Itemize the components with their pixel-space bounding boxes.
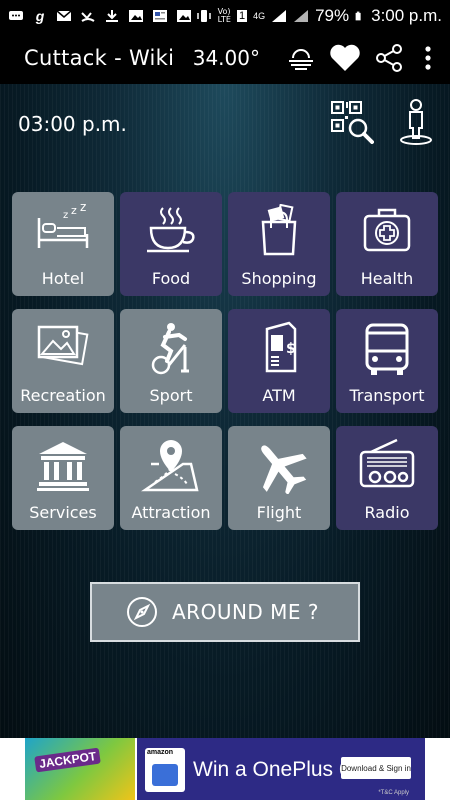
map-pin-icon xyxy=(141,440,199,492)
tile-recreation[interactable]: Recreation xyxy=(12,309,114,413)
tile-hotel[interactable]: z z z Hotel xyxy=(12,192,114,296)
profile-person-icon[interactable] xyxy=(398,98,434,146)
shopping-bag-icon xyxy=(261,204,297,256)
app-bar: Cuttack - Wiki 34.00° xyxy=(0,32,450,84)
download-icon xyxy=(106,10,118,22)
ad-headline: Win a OnePlus 6* xyxy=(193,758,355,781)
tile-label: Services xyxy=(29,503,97,522)
svg-text:z: z xyxy=(80,204,86,214)
svg-text:$: $ xyxy=(286,341,296,357)
shopping-cart-icon xyxy=(152,764,178,786)
more-options-icon[interactable] xyxy=(416,41,440,75)
tile-health[interactable]: Health xyxy=(336,192,438,296)
tile-label: Food xyxy=(151,269,191,288)
airplane-icon xyxy=(261,445,307,494)
pictures-icon xyxy=(37,325,89,366)
status-time: 3:00 p.m. xyxy=(371,6,442,25)
current-time: 03:00 p.m. xyxy=(18,112,127,136)
mail-icon xyxy=(56,10,72,21)
exercise-bike-icon xyxy=(151,323,189,375)
ad-banner[interactable]: JACKPOT amazon Win a OnePlus 6* Download… xyxy=(0,738,450,800)
temperature: 34.00° xyxy=(192,46,260,70)
around-me-label: AROUND ME ? xyxy=(172,600,320,624)
network-generation: 4G xyxy=(253,11,266,21)
bank-building-icon xyxy=(37,442,89,491)
vibrate-icon xyxy=(196,10,211,22)
tile-food[interactable]: Food xyxy=(120,192,222,296)
favorite-heart-icon[interactable] xyxy=(328,41,362,75)
ad-amazon-banner[interactable]: amazon Win a OnePlus 6* Download & Sign … xyxy=(137,738,425,800)
battery-icon xyxy=(355,11,361,21)
status-bar: g Vo) LTE 1 4G 79% 3:00 p.m. xyxy=(0,0,450,32)
tile-label: Radio xyxy=(364,503,410,522)
news-icon xyxy=(153,10,167,22)
coffee-cup-icon xyxy=(147,207,195,253)
radio-icon xyxy=(359,438,415,488)
ad-download-button[interactable]: Download & Sign in xyxy=(341,757,411,779)
signal-icon xyxy=(272,10,287,22)
svg-text:z: z xyxy=(71,204,77,217)
tile-label: ATM xyxy=(262,386,296,405)
tile-atm[interactable]: $ ATM xyxy=(228,309,330,413)
tile-attraction[interactable]: Attraction xyxy=(120,426,222,530)
ad-jackpot-text: JACKPOT xyxy=(34,747,102,773)
around-me-button[interactable]: AROUND ME ? xyxy=(90,582,360,642)
missed-call-icon xyxy=(81,12,95,22)
tile-label: Transport xyxy=(349,386,425,405)
tile-label: Shopping xyxy=(241,269,317,288)
compass-icon xyxy=(127,597,157,627)
svg-text:z: z xyxy=(63,210,68,221)
g-app-icon: g xyxy=(35,8,45,24)
tile-label: Hotel xyxy=(41,269,85,288)
sim-slot-indicator: 1 xyxy=(236,10,248,22)
system-status: Vo) LTE 1 4G 79% 3:00 p.m. xyxy=(196,6,442,26)
ad-terms: *T&C Apply xyxy=(378,790,409,796)
share-icon[interactable] xyxy=(372,41,406,75)
app-title: Cuttack - Wiki xyxy=(24,46,175,70)
tile-label: Health xyxy=(360,269,414,288)
tile-label: Flight xyxy=(256,503,302,522)
image-icon xyxy=(129,10,143,22)
weather-fog-icon[interactable] xyxy=(284,41,318,75)
volte-indicator: Vo) LTE xyxy=(217,7,231,24)
bus-icon xyxy=(365,323,409,375)
tile-transport[interactable]: Transport xyxy=(336,309,438,413)
tile-label: Attraction xyxy=(131,503,211,522)
amazon-logo: amazon xyxy=(145,748,185,792)
first-aid-kit-icon xyxy=(363,208,411,252)
image-icon-2 xyxy=(177,10,191,22)
category-grid: z z z Hotel Food Shopping Health Recreat… xyxy=(12,192,438,530)
tile-services[interactable]: Services xyxy=(12,426,114,530)
main-content: 03:00 p.m. z z z Hotel Food Shopping Hea… xyxy=(0,84,450,738)
tile-label: Sport xyxy=(149,386,193,405)
chat-bubble-icon xyxy=(9,11,23,20)
qr-scan-icon[interactable] xyxy=(330,100,374,144)
tile-label: Recreation xyxy=(20,386,106,405)
battery-percent: 79% xyxy=(315,6,350,25)
tile-shopping[interactable]: Shopping xyxy=(228,192,330,296)
signal-icon-2 xyxy=(294,10,309,22)
tile-flight[interactable]: Flight xyxy=(228,426,330,530)
bed-icon: z z z xyxy=(37,204,89,248)
atm-machine-icon: $ xyxy=(265,321,297,373)
tile-radio[interactable]: Radio xyxy=(336,426,438,530)
ad-jackpot-image[interactable]: JACKPOT xyxy=(25,738,135,800)
tile-sport[interactable]: Sport xyxy=(120,309,222,413)
notification-icons: g xyxy=(8,9,192,23)
